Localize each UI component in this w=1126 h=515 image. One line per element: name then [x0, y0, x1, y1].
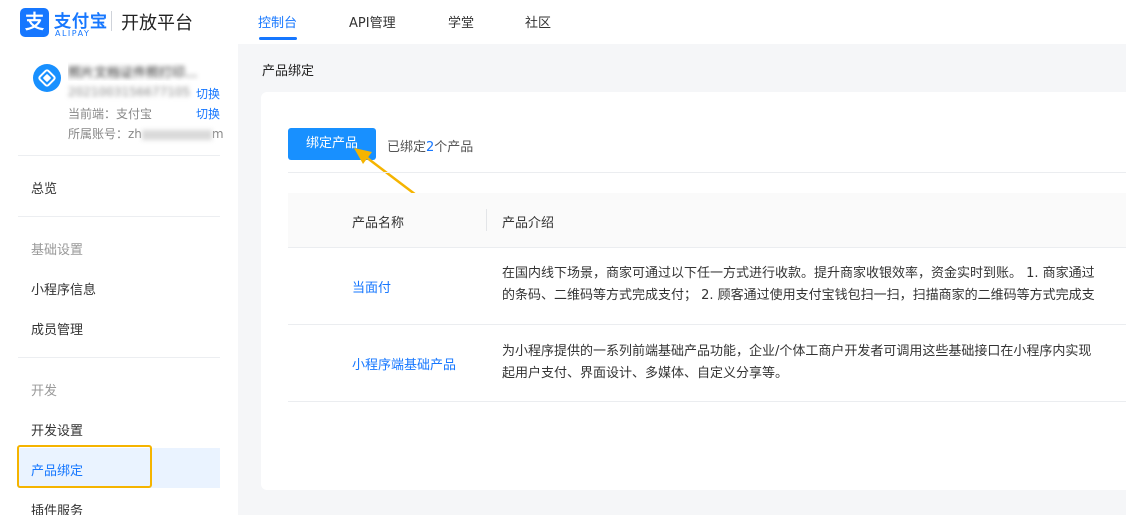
column-separator: [486, 209, 487, 231]
sidebar-item-overview[interactable]: 总览: [31, 178, 57, 197]
sidebar-group-basic: 基础设置: [31, 243, 84, 258]
account-label: 所属账号：zh m: [68, 127, 224, 141]
nav-console[interactable]: 控制台: [258, 12, 297, 31]
current-end-label: 当前端：支付宝: [68, 107, 153, 121]
product-description: 在国内线下场景，商家可通过以下任一方式进行收款。提升商家收银效率，资金实时到账。…: [502, 266, 1095, 303]
sidebar-divider: [18, 155, 220, 156]
page-title: 产品绑定: [262, 64, 315, 79]
nav-api-management[interactable]: API管理: [349, 12, 396, 31]
nav-community[interactable]: 社区: [525, 12, 551, 31]
alipay-logo-icon[interactable]: 支: [20, 8, 49, 37]
brand-sub: ALIPAY: [55, 29, 91, 38]
switch-app-link[interactable]: 切换: [196, 85, 220, 102]
product-link-face-to-face-pay[interactable]: 当面付: [352, 277, 391, 296]
app-avatar-icon: [33, 64, 61, 92]
sidebar-item-members[interactable]: 成员管理: [31, 319, 83, 338]
column-header-product-intro: 产品介绍: [502, 216, 555, 231]
top-bar: 支 支付宝 ALIPAY 开放平台 控制台 API管理 学堂 社区: [0, 0, 1126, 44]
switch-end-link[interactable]: 切换: [196, 105, 220, 122]
toolbar-divider: [288, 172, 1126, 173]
app-id: 2021003156677105: [68, 85, 191, 99]
product-link-miniapp-basic[interactable]: 小程序端基础产品: [352, 354, 456, 373]
brand-divider: [111, 11, 112, 31]
nav-academy[interactable]: 学堂: [448, 12, 474, 31]
highlight-annotation: [17, 445, 152, 488]
sidebar-item-plugin-service[interactable]: 插件服务: [31, 500, 83, 515]
app-name: 照片文档证件照打印...: [68, 66, 198, 81]
table-header: [288, 193, 1126, 247]
table-row-divider: [288, 324, 1126, 325]
product-description: 为小程序提供的一系列前端基础产品功能，企业/个体工商户开发者可调用这些基础接口在…: [502, 344, 1092, 381]
sidebar-group-dev: 开发: [31, 384, 58, 399]
sidebar: 照片文档证件照打印... 2021003156677105 切换 当前端：支付宝…: [0, 44, 238, 515]
platform-title: 开放平台: [121, 13, 193, 34]
table-row-divider: [288, 247, 1126, 248]
nav-active-indicator: [259, 37, 297, 40]
column-header-product-name: 产品名称: [352, 216, 405, 231]
sidebar-divider: [18, 357, 220, 358]
sidebar-item-miniapp-info[interactable]: 小程序信息: [31, 279, 96, 298]
table-row-divider: [288, 401, 1126, 402]
sidebar-item-dev-settings[interactable]: 开发设置: [31, 420, 83, 439]
sidebar-divider: [18, 216, 220, 217]
